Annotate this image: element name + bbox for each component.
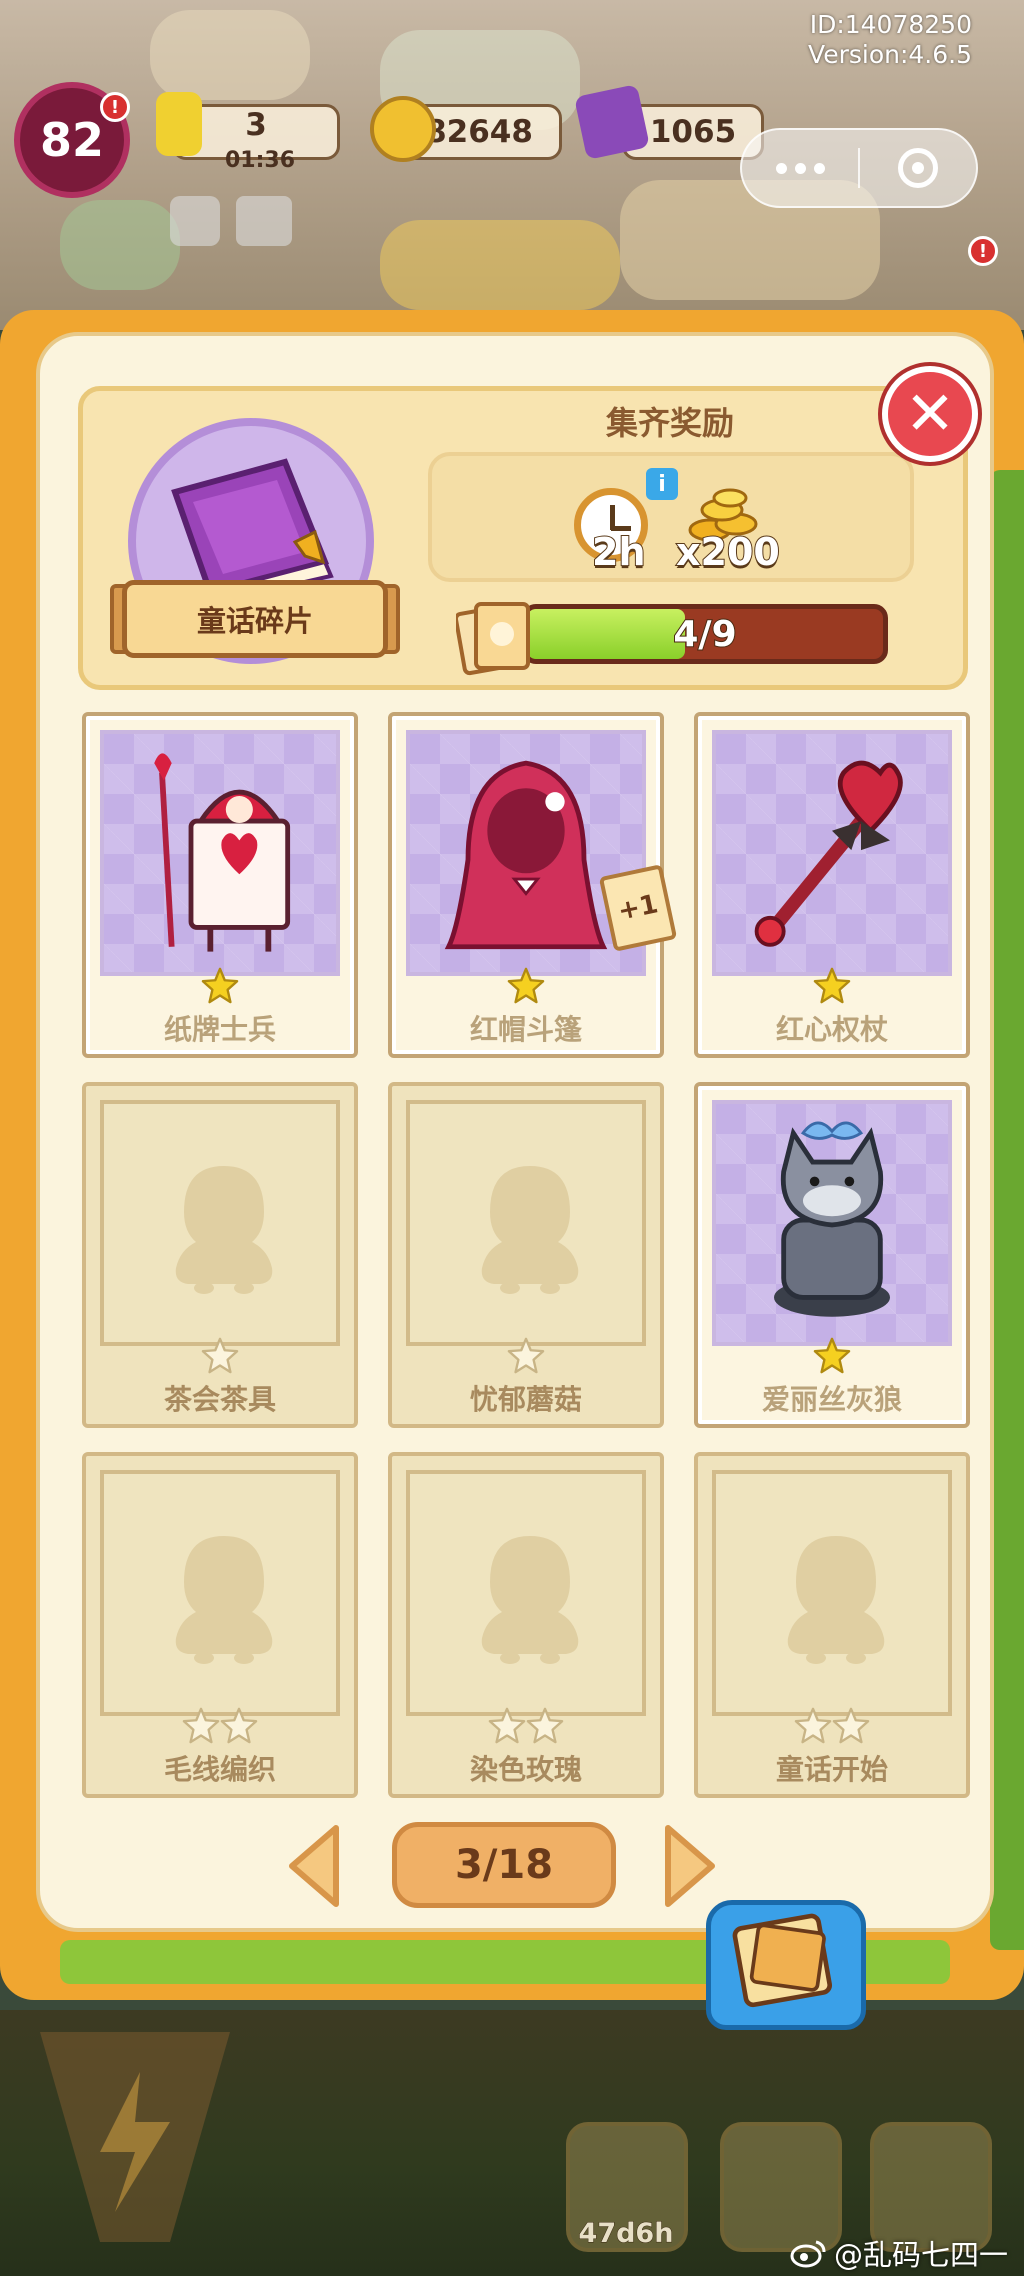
card-artwork: [712, 730, 952, 976]
card-stars: [392, 1336, 660, 1374]
card-locked-silhouette: [100, 1100, 340, 1346]
collection-name: 童话碎片: [196, 604, 313, 638]
card-stars: [698, 966, 966, 1004]
close-button[interactable]: ✕: [882, 366, 978, 462]
coins-value: 82648: [425, 114, 533, 150]
star-icon: [220, 1707, 258, 1744]
card-stack-icon: [456, 602, 530, 676]
close-icon: ✕: [904, 379, 956, 449]
progress-text: 4/9: [672, 613, 737, 656]
collection-card[interactable]: 忧郁蘑菇: [388, 1082, 664, 1428]
watermark-text: @乱码七四一: [833, 2238, 1008, 2272]
settings-icon[interactable]: [170, 196, 220, 246]
card-stars: [698, 1706, 966, 1744]
card-stars: [392, 1706, 660, 1744]
star-icon: [794, 1707, 832, 1744]
card-locked-silhouette: [712, 1470, 952, 1716]
card-stars: [392, 966, 660, 1004]
card-stars: [86, 1336, 354, 1374]
mini-program-capsule: [740, 128, 978, 208]
notification-alert-icon: !: [968, 236, 998, 266]
card-pack-button[interactable]: [706, 1900, 866, 2030]
collection-card[interactable]: 童话开始: [694, 1452, 970, 1798]
arrow-left-icon[interactable]: [284, 1822, 344, 1910]
coin-icon: [370, 96, 436, 162]
watermark: @乱码七四一: [790, 2232, 1008, 2274]
star-icon: [182, 1707, 220, 1744]
more-options-icon[interactable]: [742, 162, 858, 174]
gem-icon: [574, 84, 650, 160]
level-alert-icon: !: [100, 92, 130, 122]
card-name: 忧郁蘑菇: [469, 1383, 582, 1416]
star-icon: [488, 1707, 526, 1744]
star-icon: [201, 967, 239, 1004]
energy-shield-icon[interactable]: [20, 2022, 250, 2252]
card-stars: [86, 966, 354, 1004]
lightning-icon: [156, 92, 202, 156]
collection-card[interactable]: 红心权杖: [694, 712, 970, 1058]
player-id-text: ID:14078250: [809, 10, 972, 39]
collection-name-banner: 童话碎片: [122, 580, 388, 658]
info-icon[interactable]: i: [646, 468, 678, 500]
card-name: 红帽斗篷: [469, 1013, 582, 1046]
star-icon: [813, 967, 851, 1004]
collection-card[interactable]: 茶会茶具: [82, 1082, 358, 1428]
star-icon: [813, 1337, 851, 1374]
star-icon: [201, 1337, 239, 1374]
collection-progress-bar: 4/9: [522, 604, 888, 664]
card-locked-silhouette: [100, 1470, 340, 1716]
card-stars: [698, 1336, 966, 1374]
energy-timer: 01:36: [224, 148, 296, 173]
card-name: 染色玫瑰: [469, 1753, 582, 1786]
card-name: 毛线编织: [163, 1753, 276, 1786]
card-name: 爱丽丝灰狼: [761, 1383, 902, 1416]
star-icon: [507, 967, 545, 1004]
card-artwork: [712, 1100, 952, 1346]
page-text: 3/18: [454, 1842, 554, 1888]
collection-card[interactable]: 纸牌士兵: [82, 712, 358, 1058]
card-name: 茶会茶具: [163, 1383, 276, 1416]
card-locked-silhouette: [406, 1470, 646, 1716]
collection-card[interactable]: 爱丽丝灰狼: [694, 1082, 970, 1428]
energy-value: 3: [245, 107, 267, 143]
gems-value: 1065: [649, 114, 737, 150]
mail-icon[interactable]: [236, 196, 292, 246]
card-name: 童话开始: [775, 1753, 888, 1786]
envelope-icon: [732, 1913, 832, 2008]
close-program-icon[interactable]: [860, 148, 976, 188]
collection-card[interactable]: 染色玫瑰: [388, 1452, 664, 1798]
card-locked-silhouette: [406, 1100, 646, 1346]
reward-coins-text: x200: [675, 529, 781, 575]
arrow-right-icon[interactable]: [660, 1822, 720, 1910]
card-stars: [86, 1706, 354, 1744]
duplicate-count: +1: [615, 889, 661, 927]
star-icon: [507, 1337, 545, 1374]
weibo-icon: [790, 2240, 826, 2268]
collection-card[interactable]: 毛线编织: [82, 1452, 358, 1798]
version-text: Version:4.6.5: [808, 40, 972, 69]
popup-frame-side: [990, 470, 1024, 1950]
star-icon: [526, 1707, 564, 1744]
card-artwork: [100, 730, 340, 976]
collection-timer: 47d6h: [578, 2218, 674, 2250]
level-value: 82: [39, 113, 104, 167]
reward-title: 集齐奖励: [605, 404, 734, 442]
star-icon: [832, 1707, 870, 1744]
page-indicator: 3/18: [392, 1822, 616, 1908]
card-artwork: [406, 730, 646, 976]
card-name: 纸牌士兵: [163, 1013, 276, 1046]
reward-time-text: 2h: [591, 529, 646, 575]
card-name: 红心权杖: [775, 1013, 888, 1046]
